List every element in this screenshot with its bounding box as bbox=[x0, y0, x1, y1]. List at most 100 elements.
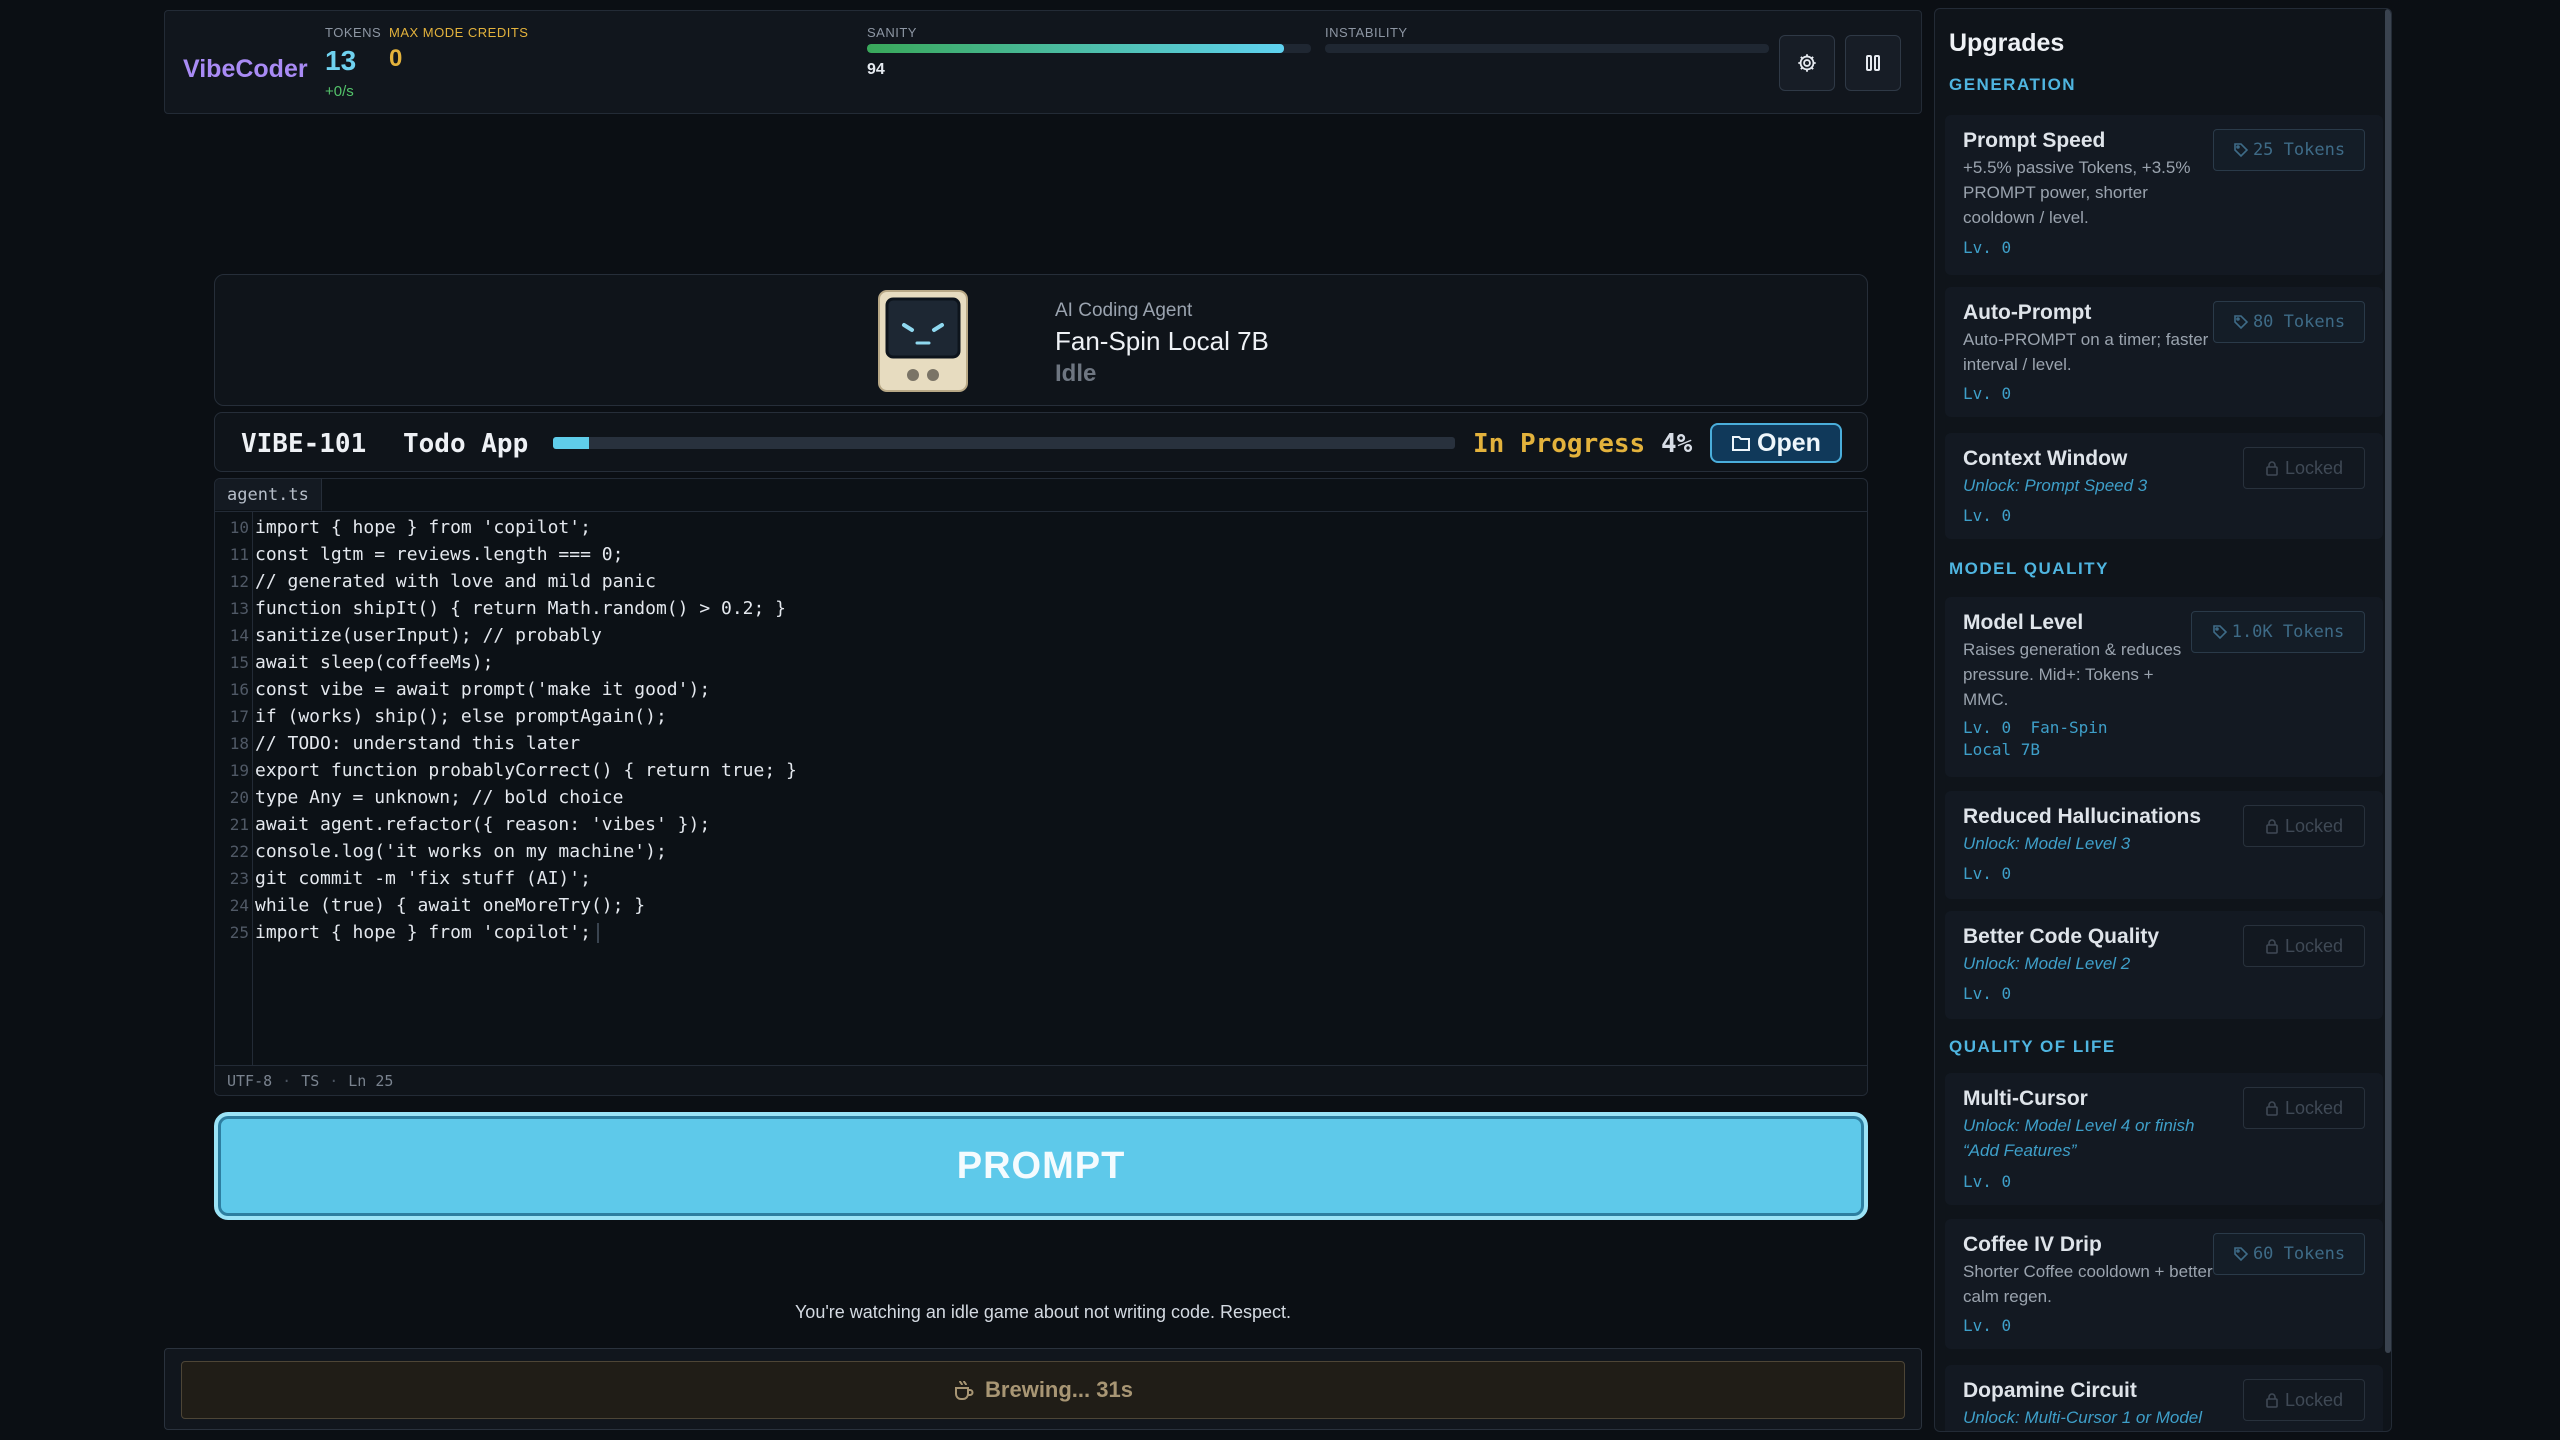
pause-button[interactable] bbox=[1845, 35, 1901, 91]
status-separator: · bbox=[329, 1072, 339, 1090]
locked-badge: Locked bbox=[2243, 1087, 2365, 1129]
upgrade-better-code-quality: Better Code Quality Unlock: Model Level … bbox=[1945, 911, 2383, 1019]
agent-card: AI Coding Agent Fan-Spin Local 7B Idle bbox=[214, 274, 1868, 406]
agent-role: AI Coding Agent bbox=[1055, 300, 1193, 321]
buy-auto-prompt-button[interactable]: 80 Tokens bbox=[2213, 301, 2365, 343]
instability-label: INSTABILITY bbox=[1325, 25, 1408, 40]
upgrade-model-level: Model Level Raises generation & reduces … bbox=[1945, 597, 2383, 777]
upgrade-coffee-iv-drip: Coffee IV Drip Shorter Coffee cooldown +… bbox=[1945, 1219, 2383, 1349]
code-text: export function probablyCorrect() { retu… bbox=[255, 760, 797, 781]
status-separator: · bbox=[282, 1072, 292, 1090]
upgrade-level: Lv. 0 bbox=[1963, 1172, 2012, 1191]
code-text: const vibe = await prompt('make it good'… bbox=[255, 679, 711, 700]
line-number: 23 bbox=[229, 869, 249, 888]
upgrade-prompt-speed: Prompt Speed +5.5% passive Tokens, +3.5%… bbox=[1945, 115, 2383, 275]
upgrade-level-info: Lv. 0 Fan-Spin Local 7B bbox=[1963, 717, 2163, 761]
gear-icon bbox=[1798, 54, 1816, 72]
agent-name: Fan-Spin Local 7B bbox=[1055, 326, 1269, 356]
lock-icon bbox=[2266, 1101, 2278, 1116]
locked-label: Locked bbox=[2284, 1097, 2344, 1118]
code-text: await agent.refactor({ reason: 'vibes' }… bbox=[255, 814, 711, 835]
coffee-icon bbox=[955, 1380, 974, 1400]
status-language: TS bbox=[301, 1072, 320, 1090]
ticket-bar: VIBE-101 Todo App In Progress 4% Open bbox=[214, 412, 1868, 472]
text-cursor bbox=[597, 923, 599, 943]
settings-button[interactable] bbox=[1779, 35, 1835, 91]
upgrade-name: Context Window bbox=[1963, 447, 2128, 470]
upgrade-name: Better Code Quality bbox=[1963, 925, 2160, 948]
coffee-button[interactable]: Brewing... 31s bbox=[181, 1361, 1905, 1419]
line-number: 21 bbox=[229, 815, 249, 834]
locked-label: Locked bbox=[2284, 815, 2344, 836]
sanity-label: SANITY bbox=[867, 25, 917, 40]
line-number: 14 bbox=[229, 626, 249, 645]
upgrades-title: Upgrades bbox=[1949, 29, 2065, 57]
tag-icon bbox=[2234, 143, 2249, 158]
upgrade-price: 80 Tokens bbox=[2252, 312, 2346, 332]
code-text: await sleep(coffeeMs); bbox=[255, 652, 494, 673]
buy-prompt-speed-button[interactable]: 25 Tokens bbox=[2213, 129, 2365, 171]
line-number: 12 bbox=[229, 572, 249, 591]
locked-label: Locked bbox=[2284, 935, 2344, 956]
folder-icon bbox=[1732, 436, 1751, 451]
tag-icon bbox=[2234, 315, 2249, 330]
upgrade-description: Raises generation & reduces pressure. Mi… bbox=[1963, 640, 2182, 709]
code-text: // TODO: understand this later bbox=[255, 733, 581, 754]
upgrade-name: Auto-Prompt bbox=[1963, 301, 2092, 324]
ticket-progress-fill bbox=[553, 437, 590, 449]
line-number: 17 bbox=[229, 707, 249, 726]
ticket-title: Todo App bbox=[403, 429, 529, 459]
robot-monitor-icon bbox=[878, 290, 968, 392]
upgrade-name: Model Level bbox=[1963, 611, 2084, 634]
ticket-progress-percent: 4% bbox=[1661, 429, 1693, 459]
lock-icon bbox=[2266, 461, 2278, 476]
line-number: 22 bbox=[229, 842, 249, 861]
upgrade-unlock-requirement: Unlock: Model Level 3 bbox=[1963, 834, 2131, 853]
editor-file-tab[interactable]: agent.ts bbox=[215, 479, 322, 511]
code-text: console.log('it works on my machine'); bbox=[255, 841, 667, 862]
ticket-progress-bar bbox=[553, 437, 1455, 449]
upgrades-scrollbar[interactable] bbox=[2385, 9, 2391, 1353]
upgrade-reduced-hallucinations: Reduced Hallucinations Unlock: Model Lev… bbox=[1945, 791, 2383, 899]
line-number: 11 bbox=[229, 545, 249, 564]
open-ticket-button[interactable]: Open bbox=[1710, 423, 1842, 463]
code-text: type Any = unknown; // bold choice bbox=[255, 787, 624, 808]
line-number: 24 bbox=[229, 896, 249, 915]
upgrade-level: Lv. 0 bbox=[1963, 864, 2012, 883]
code-text: git commit -m 'fix stuff (AI)'; bbox=[255, 868, 591, 889]
code-text: import { hope } from 'copilot'; bbox=[255, 922, 591, 943]
tag-icon bbox=[2234, 1247, 2249, 1262]
line-number: 15 bbox=[229, 653, 249, 672]
tagline: You're watching an idle game about not w… bbox=[794, 1302, 1292, 1322]
line-number: 19 bbox=[229, 761, 249, 780]
tokens-label: TOKENS bbox=[325, 25, 382, 40]
status-encoding: UTF-8 bbox=[227, 1072, 273, 1090]
upgrade-name: Prompt Speed bbox=[1963, 129, 2106, 152]
buy-coffee-iv-drip-button[interactable]: 60 Tokens bbox=[2213, 1233, 2365, 1275]
line-number: 18 bbox=[229, 734, 249, 753]
section-model-quality: MODEL QUALITY bbox=[1949, 559, 2109, 578]
buy-model-level-button[interactable]: 1.0K Tokens bbox=[2191, 611, 2365, 653]
upgrade-unlock-requirement: Unlock: Model Level 2 bbox=[1963, 954, 2131, 973]
upgrade-level: Lv. 0 bbox=[1963, 384, 2012, 403]
upgrade-unlock-requirement: Unlock: Model Level 4 or finish “Add Fea… bbox=[1963, 1116, 2195, 1160]
instability-meter bbox=[1325, 44, 1769, 53]
upgrade-unlock-requirement: Unlock: Prompt Speed 3 bbox=[1963, 476, 2148, 495]
upgrade-multi-cursor: Multi-Cursor Unlock: Model Level 4 or fi… bbox=[1945, 1073, 2383, 1205]
upgrade-price: 60 Tokens bbox=[2252, 1244, 2346, 1264]
code-editor: agent.ts 10 import { hope } from 'copilot… bbox=[214, 478, 1868, 1096]
prompt-button[interactable]: PROMPT bbox=[214, 1112, 1868, 1220]
upgrade-name: Dopamine Circuit bbox=[1963, 1379, 2137, 1402]
locked-badge: Locked bbox=[2243, 805, 2365, 847]
agent-status: Idle bbox=[1055, 360, 1097, 387]
upgrade-dopamine-circuit: Dopamine Circuit Unlock: Multi-Cursor 1 … bbox=[1945, 1365, 2383, 1431]
tag-icon bbox=[2212, 625, 2227, 640]
code-text: sanitize(userInput); // probably bbox=[255, 625, 602, 646]
sanity-value: 94 bbox=[867, 61, 885, 78]
line-number: 13 bbox=[229, 599, 249, 618]
upgrade-auto-prompt: Auto-Prompt Auto-PROMPT on a timer; fast… bbox=[1945, 287, 2383, 417]
lock-icon bbox=[2266, 939, 2278, 954]
upgrade-level: Lv. 0 bbox=[1963, 984, 2012, 1003]
upgrade-price: 25 Tokens bbox=[2252, 140, 2346, 160]
section-generation: GENERATION bbox=[1949, 75, 2077, 94]
